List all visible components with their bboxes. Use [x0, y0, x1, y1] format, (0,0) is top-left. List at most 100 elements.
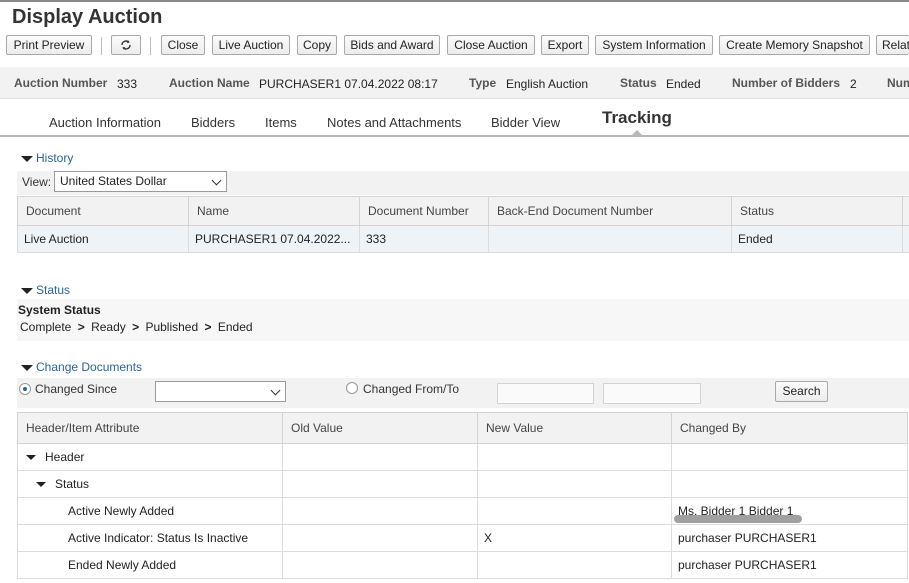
bids-and-award-button[interactable]: Bids and Award — [344, 35, 440, 55]
cell-attribute: Active Indicator: Status Is Inactive — [17, 524, 283, 552]
attribute-text: Header — [45, 450, 85, 464]
bidders-count-label: Number of Bidders — [732, 76, 841, 90]
tab-auction-information[interactable]: Auction Information — [49, 115, 161, 130]
tab-bidder-view[interactable]: Bidder View — [491, 115, 560, 130]
cell-old-value — [282, 443, 478, 471]
col-document[interactable]: Document — [17, 196, 189, 226]
cell-old-value — [282, 551, 478, 579]
status-collapse-icon[interactable] — [21, 288, 33, 294]
chevron-down-icon — [211, 175, 222, 186]
col-backend-document-number[interactable]: Back-End Document Number — [488, 196, 732, 226]
col-old-value[interactable]: Old Value — [282, 412, 478, 444]
tab-notes-and-attachments[interactable]: Notes and Attachments — [327, 115, 461, 130]
cell-new-value — [477, 551, 672, 579]
type-label: Type — [469, 76, 497, 90]
table-row[interactable]: Status — [17, 470, 908, 498]
table-row[interactable]: Ended Newly Added purchaser PURCHASER1 — [17, 551, 908, 579]
num-label: Num — [887, 76, 909, 90]
cell-changed-by: purchaser PURCHASER1 — [671, 551, 908, 579]
currency-view-select[interactable]: United States Dollar — [54, 171, 227, 192]
tab-items[interactable]: Items — [265, 115, 297, 130]
tab-tracking[interactable]: Tracking — [602, 108, 672, 128]
cell-backend-number — [488, 225, 732, 253]
cell-changed-by — [671, 470, 908, 498]
cell-old-value — [282, 470, 478, 498]
status-path: Complete > Ready > Published > Ended — [20, 320, 253, 334]
export-button[interactable]: Export — [541, 35, 589, 55]
copy-button[interactable]: Copy — [297, 35, 337, 55]
close-auction-button[interactable]: Close Auction — [447, 35, 535, 55]
currency-view-value: United States Dollar — [60, 174, 167, 188]
cell-changed-by — [671, 443, 908, 471]
search-button[interactable]: Search — [775, 381, 828, 402]
col-extra — [902, 196, 909, 226]
table-row[interactable]: Active Indicator: Status Is Inactive X p… — [17, 524, 908, 552]
cell-attribute: Ended Newly Added — [17, 551, 283, 579]
tabs-underline — [0, 135, 909, 137]
highlight-mark — [674, 515, 802, 523]
document-number-link[interactable]: 333 — [359, 225, 489, 253]
tab-bidders[interactable]: Bidders — [191, 115, 235, 130]
table-row[interactable]: Header — [17, 443, 908, 471]
print-preview-button[interactable]: Print Preview — [6, 35, 92, 55]
cell-new-value — [477, 497, 672, 525]
cell-extra — [902, 225, 909, 253]
auction-number-label: Auction Number — [14, 76, 108, 90]
cell-document: Live Auction — [17, 225, 189, 253]
changed-from-to-label: Changed From/To — [363, 382, 460, 396]
status-arrow: > — [132, 320, 140, 334]
type-value: English Auction — [506, 77, 589, 91]
col-new-value[interactable]: New Value — [477, 412, 672, 444]
view-label: View: — [22, 175, 52, 189]
cell-new-value — [477, 443, 672, 471]
change-documents-table: Header/Item Attribute Old Value New Valu… — [17, 412, 908, 579]
changed-from-to-radio[interactable] — [346, 382, 358, 394]
history-table-header: Document Name Document Number Back-End D… — [17, 196, 909, 226]
table-row[interactable]: Live Auction PURCHASER1 07.04.2022... 33… — [17, 225, 909, 253]
col-document-number[interactable]: Document Number — [359, 196, 489, 226]
col-name[interactable]: Name — [188, 196, 360, 226]
collapse-triangle-icon[interactable] — [26, 455, 36, 461]
cell-status: Ended — [731, 225, 903, 253]
status-step: Ready — [91, 320, 126, 334]
status-arrow: > — [204, 320, 212, 334]
auction-number-value: 333 — [117, 77, 138, 91]
col-status[interactable]: Status — [731, 196, 903, 226]
status-step: Complete — [20, 320, 72, 334]
cell-attribute: Header — [17, 443, 283, 471]
active-tab-indicator — [631, 130, 643, 136]
history-section-title[interactable]: History — [36, 151, 73, 165]
cell-name: PURCHASER1 07.04.2022... — [188, 225, 360, 253]
cell-new-value: X — [477, 524, 672, 552]
system-information-button[interactable]: System Information — [595, 35, 713, 55]
related-button[interactable]: Relat — [876, 35, 909, 55]
collapse-triangle-icon[interactable] — [36, 482, 46, 488]
changed-since-radio[interactable] — [19, 383, 31, 395]
col-attribute[interactable]: Header/Item Attribute — [17, 412, 283, 444]
status-label: Status — [620, 76, 657, 90]
status-arrow: > — [77, 320, 85, 334]
live-auction-button[interactable]: Live Auction — [212, 35, 290, 55]
changed-from-input[interactable] — [497, 383, 594, 404]
system-status-label: System Status — [18, 303, 101, 317]
change-documents-section-title[interactable]: Change Documents — [36, 360, 142, 374]
bidders-count-value: 2 — [850, 77, 857, 91]
attribute-text: Status — [55, 477, 90, 491]
refresh-button[interactable] — [111, 35, 141, 55]
status-step: Ended — [217, 320, 253, 334]
changed-to-input[interactable] — [603, 383, 701, 404]
cell-old-value — [282, 497, 478, 525]
refresh-icon — [121, 40, 131, 50]
history-collapse-icon[interactable] — [21, 156, 33, 162]
change-documents-collapse-icon[interactable] — [21, 365, 33, 371]
cell-old-value — [282, 524, 478, 552]
create-memory-snapshot-button[interactable]: Create Memory Snapshot — [719, 35, 870, 55]
toolbar-separator — [101, 37, 102, 55]
col-changed-by[interactable]: Changed By — [671, 412, 908, 444]
auction-name-value: PURCHASER1 07.04.2022 08:17 — [259, 77, 438, 91]
cell-new-value — [477, 470, 672, 498]
changed-since-select[interactable] — [155, 381, 286, 402]
close-button[interactable]: Close — [161, 35, 205, 55]
top-border — [0, 0, 909, 2]
status-section-title[interactable]: Status — [36, 283, 70, 297]
